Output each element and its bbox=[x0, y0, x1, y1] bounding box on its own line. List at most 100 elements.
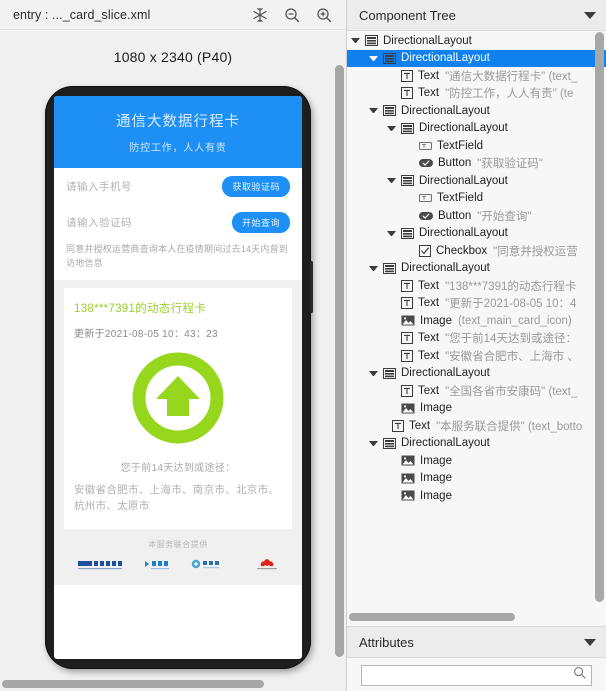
tree-row[interactable]: DirectionalLayout bbox=[347, 435, 606, 453]
tree-row-label: Text bbox=[418, 69, 440, 82]
image-icon bbox=[401, 315, 415, 326]
preview-vertical-scrollbar[interactable] bbox=[335, 65, 344, 657]
tree-row[interactable]: DirectionalLayout bbox=[347, 225, 606, 243]
button-icon bbox=[419, 158, 433, 168]
tree-row[interactable]: DirectionalLayout bbox=[347, 49, 606, 67]
tree-row[interactable]: DirectionalLayout bbox=[347, 120, 606, 138]
component-tree-panel: Component Tree DirectionalLayout Directio… bbox=[347, 0, 606, 691]
app-header-subtitle: 防控工作，人人有责 bbox=[129, 143, 227, 154]
card-title: 138***7391的动态行程卡 bbox=[74, 303, 206, 315]
tree-row[interactable]: Text "本服务联合提供" (text_botto bbox=[347, 417, 606, 435]
expand-arrow-icon[interactable] bbox=[369, 370, 378, 376]
tree-row-label: DirectionalLayout bbox=[419, 122, 508, 135]
tree-row[interactable]: DirectionalLayout bbox=[347, 102, 606, 120]
tree-row-label: DirectionalLayout bbox=[401, 437, 490, 450]
tree-horizontal-scrollbar[interactable] bbox=[349, 613, 515, 621]
tree-row-value: "本服务联合提供" (text_botto bbox=[436, 420, 583, 433]
tree-row[interactable]: Checkbox "同意并授权运营 bbox=[347, 242, 606, 260]
tree-row-label: Text bbox=[418, 332, 440, 345]
zoom-in-icon[interactable] bbox=[316, 7, 332, 23]
tree-row[interactable]: Image bbox=[347, 452, 606, 470]
attributes-search-field[interactable] bbox=[361, 664, 592, 686]
tree-row[interactable]: Button "开始查询" bbox=[347, 207, 606, 225]
get-code-button[interactable]: 获取验证码 bbox=[222, 175, 290, 197]
agreement-text[interactable]: 同意并授权运营商查询本人在疫情期间过去14天内曾到访地信息 bbox=[66, 240, 290, 280]
tree-row[interactable]: Image bbox=[347, 400, 606, 418]
logo-caict bbox=[77, 558, 126, 573]
expand-arrow-icon[interactable] bbox=[387, 230, 396, 236]
tree-row[interactable]: Image bbox=[347, 470, 606, 488]
tree-row-value: "您于前14天达到或途径： bbox=[445, 333, 577, 346]
attributes-header[interactable]: Attributes bbox=[347, 626, 606, 658]
tree-row-value: "全国各省市安康码" (text_ bbox=[445, 385, 578, 398]
expand-arrow-icon[interactable] bbox=[369, 108, 378, 114]
text-icon bbox=[401, 87, 413, 100]
tree-row[interactable]: Text "更新于2021-08-05 10：4 bbox=[347, 295, 606, 313]
cities-text: 安徽省合肥市、上海市、南京市、北京市、杭州市、太原市 bbox=[74, 484, 280, 513]
tree-row[interactable]: TextField bbox=[347, 137, 606, 155]
code-input-row: 请输入验证码 开始查询 bbox=[66, 204, 290, 240]
tree-row-label: DirectionalLayout bbox=[401, 367, 490, 380]
preview-canvas[interactable]: 1080 x 2340 (P40) 通信大数据行程卡 防控工作，人人有责 请输入… bbox=[0, 31, 346, 691]
tree-row[interactable]: DirectionalLayout bbox=[347, 172, 606, 190]
tree-row[interactable]: Text "您于前14天达到或途径： bbox=[347, 330, 606, 348]
result-text: 您于前14天达到或途径： bbox=[120, 463, 236, 474]
code-input[interactable]: 请输入验证码 bbox=[66, 215, 132, 230]
text-icon bbox=[392, 419, 404, 432]
tree-row[interactable]: Image bbox=[347, 487, 606, 505]
expand-arrow-icon[interactable] bbox=[387, 125, 396, 131]
expand-arrow-icon[interactable] bbox=[369, 265, 378, 271]
tree-row[interactable]: DirectionalLayout bbox=[347, 32, 606, 50]
snowflake-icon[interactable] bbox=[252, 7, 268, 23]
tree-row-value: (text_main_card_icon) bbox=[457, 314, 572, 327]
tree-row[interactable]: Text "138***7391的动态行程卡 bbox=[347, 277, 606, 295]
travel-card: 138***7391的动态行程卡 更新于2021-08-05 10：43：23 bbox=[64, 288, 292, 529]
tree-row[interactable]: Image (text_main_card_icon) bbox=[347, 312, 606, 330]
expand-arrow-icon[interactable] bbox=[351, 38, 360, 44]
layout-icon bbox=[383, 105, 396, 117]
preview-toolbar: entry : ..._card_slice.xml bbox=[0, 0, 346, 30]
text-icon bbox=[401, 332, 413, 345]
start-query-button[interactable]: 开始查询 bbox=[231, 211, 290, 233]
tree-row[interactable]: TextField bbox=[347, 190, 606, 208]
expand-arrow-icon[interactable] bbox=[369, 440, 378, 446]
tree-row-label: Text bbox=[418, 384, 440, 397]
expand-arrow-icon[interactable] bbox=[369, 55, 378, 61]
phone-screen: 通信大数据行程卡 防控工作，人人有责 请输入手机号 获取验证码 请输入验证码 开… bbox=[54, 96, 302, 659]
tree-row-value: "开始查询" bbox=[477, 210, 532, 223]
tree-row[interactable]: Text "全国各省市安康码" (text_ bbox=[347, 382, 606, 400]
image-icon bbox=[401, 473, 415, 484]
field-icon bbox=[419, 193, 432, 203]
tree-vertical-scrollbar[interactable] bbox=[595, 32, 604, 602]
app-header: 通信大数据行程卡 防控工作，人人有责 bbox=[54, 96, 302, 168]
tree-row[interactable]: Button "获取验证码" bbox=[347, 155, 606, 173]
tree-row[interactable]: Text "安徽省合肥市、上海市 、 bbox=[347, 347, 606, 365]
tree-row[interactable]: DirectionalLayout bbox=[347, 365, 606, 383]
tree-row-label: Image bbox=[420, 489, 452, 502]
button-icon bbox=[419, 211, 433, 221]
text-icon bbox=[401, 69, 413, 82]
check-icon bbox=[419, 244, 431, 257]
attributes-chevron-down-icon[interactable] bbox=[584, 638, 596, 646]
tree-row-label: Text bbox=[418, 87, 440, 100]
chevron-down-icon[interactable] bbox=[584, 11, 596, 19]
preview-horizontal-scrollbar[interactable] bbox=[2, 680, 264, 688]
tree-row[interactable]: Text "防控工作，人人有责" (te bbox=[347, 85, 606, 103]
tree-row-value: "更新于2021-08-05 10：4 bbox=[445, 298, 577, 311]
component-tree[interactable]: DirectionalLayout DirectionalLayout Text "通… bbox=[347, 32, 606, 624]
expand-arrow-icon[interactable] bbox=[387, 178, 396, 184]
phone-input[interactable]: 请输入手机号 bbox=[66, 179, 132, 194]
tree-row[interactable]: DirectionalLayout bbox=[347, 260, 606, 278]
tree-row[interactable]: Text "通信大数据行程卡" (text_ bbox=[347, 67, 606, 85]
zoom-out-icon[interactable] bbox=[284, 7, 300, 23]
preview-toolbar-icons bbox=[252, 0, 332, 30]
